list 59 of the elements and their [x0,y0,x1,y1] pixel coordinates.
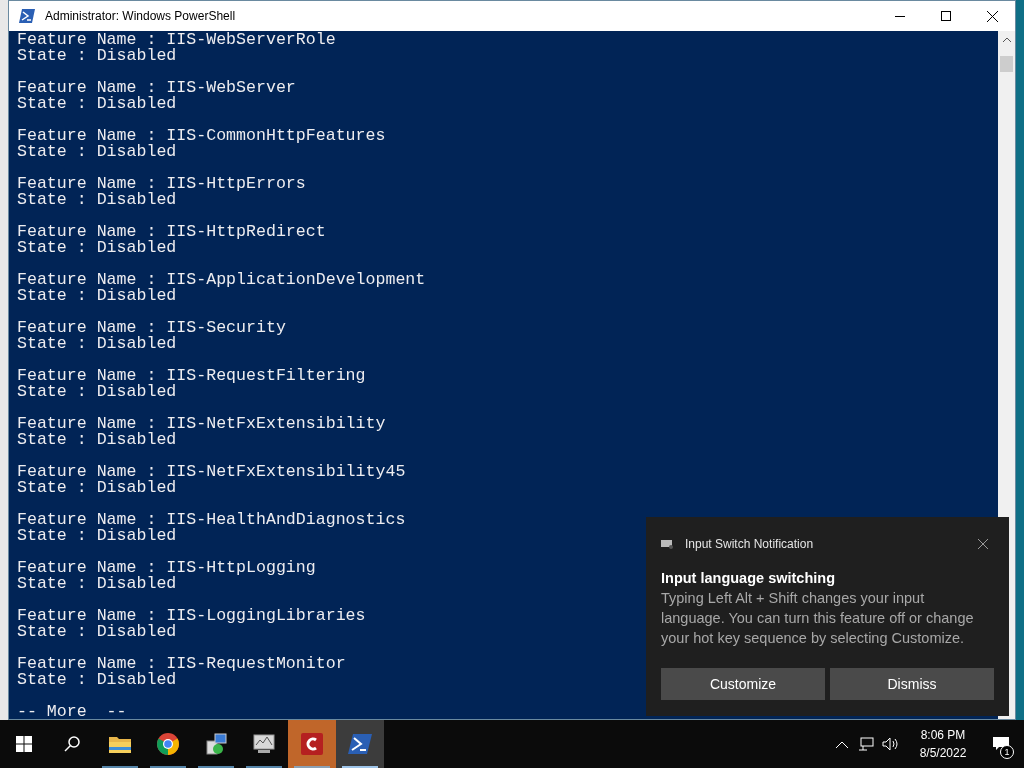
minimize-icon [895,15,905,17]
powershell-icon [19,9,35,23]
state-line: State : Disabled [16,432,177,448]
feature-name-line: Feature Name : IIS-CommonHttpFeatures [16,128,386,144]
clock-date[interactable]: 8/5/2022 [919,744,967,762]
volume-icon[interactable] [882,737,900,751]
state-line: State : Disabled [16,624,177,640]
state-line: State : Disabled [16,384,177,400]
feature-name-line: Feature Name : IIS-WebServerRole [16,32,336,48]
maximize-icon [941,11,951,21]
powershell-icon [348,734,372,754]
close-icon [986,10,998,22]
dismiss-button[interactable]: Dismiss [830,668,994,700]
state-line: State : Disabled [16,240,177,256]
feature-name-line: Feature Name : IIS-HttpErrors [16,176,306,192]
chrome-icon [157,733,179,755]
feature-name-line: Feature Name : IIS-HealthAndDiagnostics [16,512,406,528]
feature-name-line: Feature Name : IIS-ApplicationDevelopment [16,272,426,288]
state-line: State : Disabled [16,672,177,688]
state-line: State : Disabled [16,144,177,160]
feature-name-line: Feature Name : IIS-NetFxExtensibility45 [16,464,406,480]
network-icon[interactable] [858,737,874,751]
scroll-up-icon [1002,37,1011,42]
notification-app-name: Input Switch Notification [685,536,814,553]
notifications-icon[interactable] [993,737,1009,751]
chevron-up-icon[interactable] [836,740,848,748]
notification-title: Input language switching [661,569,836,588]
scroll-thumb[interactable] [1000,56,1013,72]
search-icon [64,736,80,752]
feature-name-line: Feature Name : IIS-HttpRedirect [16,224,326,240]
feature-name-line: Feature Name : IIS-NetFxExtensibility [16,416,386,432]
feature-name-line: Feature Name : IIS-RequestMonitor [16,656,346,672]
feature-name-line: Feature Name : IIS-RequestFiltering [16,368,366,384]
feature-name-line: Feature Name : IIS-WebServer [16,80,296,96]
clock-time[interactable]: 8:06 PM [920,726,966,744]
state-line: State : Disabled [16,48,177,64]
notification-count-badge: 1 [1000,745,1014,759]
taskbar-app-button[interactable] [336,720,384,768]
keyboard-icon [661,539,673,549]
close-icon[interactable] [978,539,988,549]
state-line: State : Disabled [16,192,177,208]
state-line: State : Disabled [16,96,177,112]
state-line: State : Disabled [16,576,177,592]
folder-icon [109,735,131,753]
state-line: State : Disabled [16,288,177,304]
feature-name-line: Feature Name : IIS-HttpLogging [16,560,316,576]
windows-logo-icon [16,736,32,752]
app-icon [301,733,323,755]
monitor-icon [253,734,275,754]
state-line: State : Disabled [16,528,177,544]
feature-name-line: Feature Name : IIS-LoggingLibraries [16,608,366,624]
state-line: State : Disabled [16,480,177,496]
customize-button[interactable]: Customize [661,668,825,700]
notification-message: Typing Left Alt + Shift changes your input language. You can turn this feature off or change your hot key sequence by selecting Customize. [661,589,975,648]
more-prompt: -- More -- [16,704,127,719]
feature-name-line: Feature Name : IIS-Security [16,320,286,336]
window-title: Administrator: Windows PowerShell [45,8,236,25]
state-line: State : Disabled [16,336,177,352]
installer-icon [205,733,227,755]
